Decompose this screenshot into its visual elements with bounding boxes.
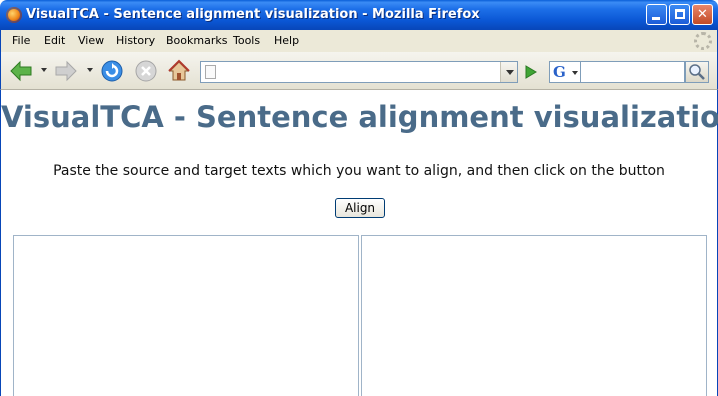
activity-throbber-icon [694, 32, 712, 50]
source-text-area[interactable] [13, 235, 359, 396]
instructions-text: Paste the source and target texts which … [53, 163, 665, 179]
stop-icon[interactable] [134, 59, 158, 83]
search-button[interactable] [685, 61, 709, 83]
navigation-toolbar: G [0, 52, 718, 90]
menu-view[interactable]: View [78, 34, 104, 47]
url-history-dropdown-icon[interactable] [500, 62, 517, 82]
menu-help[interactable]: Help [274, 34, 299, 47]
reload-icon[interactable] [100, 59, 124, 83]
go-button-icon[interactable] [522, 64, 540, 80]
menu-edit[interactable]: Edit [44, 34, 65, 47]
window-title-bar[interactable]: VisualTCA - Sentence alignment visualiza… [0, 0, 718, 30]
search-engine-selector[interactable]: G [549, 61, 581, 83]
close-icon: ✕ [697, 7, 708, 22]
page-title: VisualTCA - Sentence alignment visualiza… [1, 100, 718, 134]
menu-bookmarks[interactable]: Bookmarks [166, 34, 227, 47]
magnifier-icon [689, 64, 705, 80]
back-history-dropdown-icon[interactable] [41, 68, 47, 72]
menu-tools[interactable]: Tools [233, 34, 260, 47]
align-button[interactable]: Align [335, 198, 385, 218]
menu-bar: File Edit View History Bookmarks Tools H… [0, 30, 718, 52]
address-bar[interactable] [200, 61, 518, 83]
maximize-button[interactable] [669, 4, 690, 25]
forward-history-dropdown-icon[interactable] [87, 68, 93, 72]
back-arrow-icon[interactable] [9, 59, 33, 83]
google-logo-icon: G [553, 63, 566, 81]
target-text-area[interactable] [361, 235, 707, 396]
search-input[interactable] [581, 61, 685, 83]
page-icon [205, 65, 216, 79]
minimize-icon [652, 17, 660, 20]
forward-arrow-icon[interactable] [54, 59, 78, 83]
window-title: VisualTCA - Sentence alignment visualiza… [26, 7, 480, 22]
firefox-icon [6, 7, 22, 23]
home-icon[interactable] [167, 59, 191, 83]
close-button[interactable]: ✕ [692, 4, 713, 25]
page-content: VisualTCA - Sentence alignment visualiza… [0, 90, 718, 396]
maximize-icon [675, 9, 685, 19]
menu-file[interactable]: File [12, 34, 30, 47]
search-engine-dropdown-icon [572, 71, 578, 75]
menu-history[interactable]: History [116, 34, 155, 47]
minimize-button[interactable] [646, 4, 667, 25]
